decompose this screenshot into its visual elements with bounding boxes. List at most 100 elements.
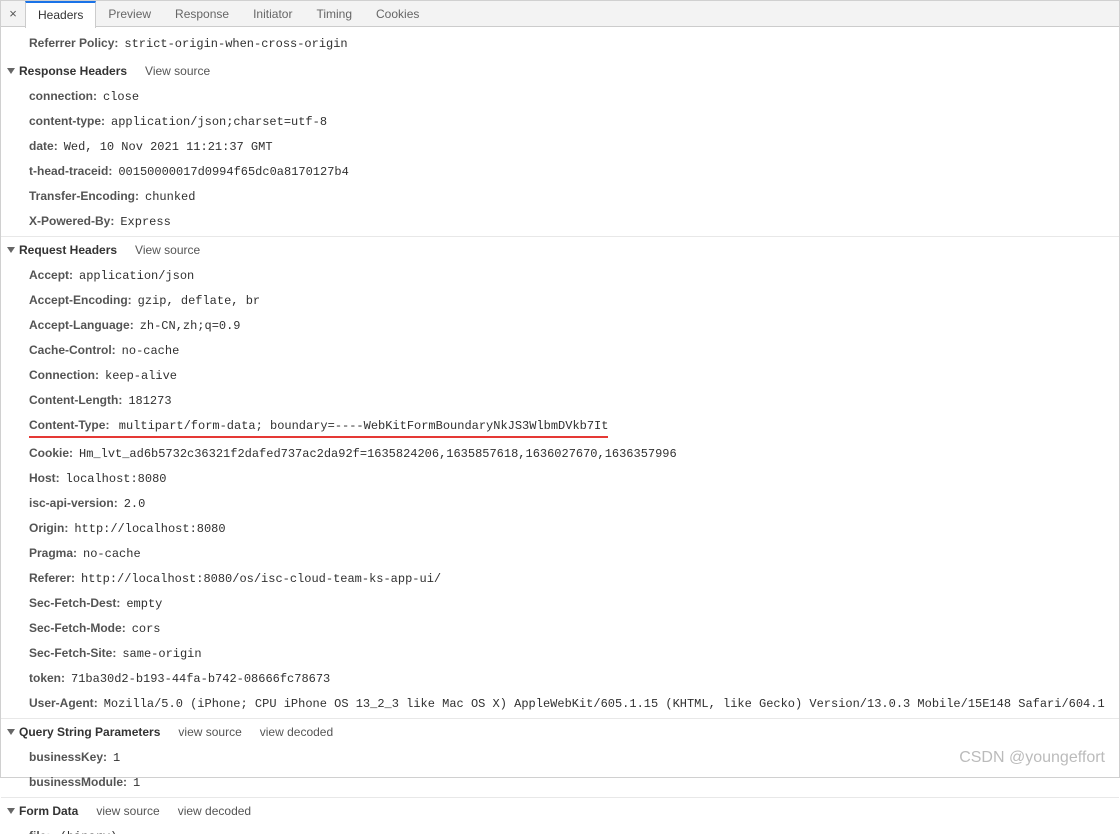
response-headers-view-source-link[interactable]: View source (145, 64, 210, 78)
referrer-policy-value: strict-origin-when-cross-origin (124, 35, 347, 53)
header-value: 1 (113, 749, 120, 767)
request-headers-view-source-link[interactable]: View source (135, 243, 200, 257)
header-key: token (29, 669, 65, 687)
header-key: file (29, 829, 50, 834)
header-row: Referer http://localhost:8080/os/isc-clou… (1, 566, 1119, 591)
header-value: multipart/form-data; boundary=----WebKit… (119, 419, 609, 433)
header-key: Sec-Fetch-Site (29, 644, 116, 662)
header-row: Content-Type multipart/form-data; bounda… (1, 413, 1119, 441)
header-value: 00150000017d0994f65dc0a8170127b4 (118, 163, 348, 181)
tab-timing[interactable]: Timing (304, 1, 364, 27)
header-value: cors (132, 620, 161, 638)
query-string-view-source-link[interactable]: view source (178, 725, 241, 739)
query-string-section-header[interactable]: Query String Parameters view source view d… (1, 718, 1119, 745)
header-value: 1 (133, 774, 140, 792)
header-value: http://localhost:8080 (74, 520, 225, 538)
header-key: Cookie (29, 444, 73, 462)
header-key: connection (29, 87, 97, 105)
header-row: Sec-Fetch-Sitesame-origin (1, 641, 1119, 666)
header-key: Pragma (29, 544, 77, 562)
header-row: Accept-Encoding gzip, deflate, br (1, 288, 1119, 313)
header-key: Transfer-Encoding (29, 187, 139, 205)
header-key: Accept-Language (29, 316, 134, 334)
header-row: file (binary) (1, 824, 1119, 834)
highlighted-header: Content-Type multipart/form-data; bounda… (29, 416, 608, 438)
header-value: Express (120, 213, 170, 231)
header-row: Accept application/json (1, 263, 1119, 288)
header-key: Connection (29, 366, 99, 384)
close-icon[interactable]: × (5, 6, 21, 22)
request-headers-section-header[interactable]: Request Headers View source (1, 236, 1119, 263)
header-value: application/json (79, 267, 194, 285)
header-row: Connection keep-alive (1, 363, 1119, 388)
header-row: t-head-traceid 00150000017d0994f65dc0a817… (1, 159, 1119, 184)
header-key: Sec-Fetch-Dest (29, 594, 120, 612)
header-value: Wed, 10 Nov 2021 11:21:37 GMT (64, 138, 273, 156)
header-value: keep-alive (105, 367, 177, 385)
header-key: businessModule (29, 773, 127, 791)
header-row: Origin http://localhost:8080 (1, 516, 1119, 541)
header-key: User-Agent (29, 694, 98, 712)
tab-cookies[interactable]: Cookies (364, 1, 431, 27)
tab-response[interactable]: Response (163, 1, 241, 27)
chevron-down-icon (7, 68, 15, 74)
header-key: Accept (29, 266, 73, 284)
header-key: Content-Length (29, 391, 122, 409)
header-value: Hm_lvt_ad6b5732c36321f2dafed737ac2da92f=… (79, 445, 677, 463)
tab-headers[interactable]: Headers (25, 1, 96, 28)
header-row: Sec-Fetch-Mode cors (1, 616, 1119, 641)
header-key: Cache-Control (29, 341, 116, 359)
header-row: date Wed, 10 Nov 2021 11:21:37 GMT (1, 134, 1119, 159)
referrer-policy-row: Referrer Policy strict-origin-when-cross… (1, 31, 1119, 56)
query-string-section-title: Query String Parameters (19, 725, 160, 739)
response-headers-section-title: Response Headers (19, 64, 127, 78)
header-value: close (103, 88, 139, 106)
header-row: Content-Length 181273 (1, 388, 1119, 413)
header-key: Referer (29, 569, 75, 587)
devtools-tabbar: × HeadersPreviewResponseInitiatorTimingC… (1, 1, 1119, 27)
header-key: Sec-Fetch-Mode (29, 619, 126, 637)
tab-initiator[interactable]: Initiator (241, 1, 304, 27)
header-row: content-typeapplication/json;charset=utf… (1, 109, 1119, 134)
form-data-view-source-link[interactable]: view source (96, 804, 159, 818)
response-headers-section-header[interactable]: Response Headers View source (1, 58, 1119, 84)
query-string-view-decoded-link[interactable]: view decoded (260, 725, 333, 739)
header-key: Accept-Encoding (29, 291, 132, 309)
header-value: http://localhost:8080/os/isc-cloud-team-… (81, 570, 441, 588)
form-data-section-header[interactable]: Form Dataview sourceview decoded (1, 797, 1119, 824)
header-key: businessKey (29, 748, 107, 766)
headers-panel: Referrer Policy strict-origin-when-cross… (1, 27, 1119, 834)
header-row: Pragma no-cache (1, 541, 1119, 566)
header-row: connection close (1, 84, 1119, 109)
header-value: empty (126, 595, 162, 613)
header-row: businessKey 1 (1, 745, 1119, 770)
header-key: t-head-traceid (29, 162, 112, 180)
header-row: Host localhost:8080 (1, 466, 1119, 491)
header-row: Accept-Languagezh-CN,zh;q=0.9 (1, 313, 1119, 338)
header-row: Cookie Hm_lvt_ad6b5732c36321f2dafed737ac2… (1, 441, 1119, 466)
referrer-policy-label: Referrer Policy (29, 34, 118, 52)
header-value: 71ba30d2-b193-44fa-b742-08666fc78673 (71, 670, 330, 688)
header-value: Mozilla/5.0 (iPhone; CPU iPhone OS 13_2_… (104, 695, 1105, 713)
header-value: no-cache (83, 545, 141, 563)
header-value: gzip, deflate, br (138, 292, 260, 310)
header-row: Transfer-Encoding chunked (1, 184, 1119, 209)
header-value: no-cache (122, 342, 180, 360)
header-row: User-Agent Mozilla/5.0 (iPhone; CPU iPhon… (1, 691, 1119, 716)
tab-preview[interactable]: Preview (96, 1, 163, 27)
header-key: Host (29, 469, 60, 487)
header-row: isc-api-version2.0 (1, 491, 1119, 516)
chevron-down-icon (7, 247, 15, 253)
header-value: chunked (145, 188, 195, 206)
header-value: 181273 (128, 392, 171, 410)
request-headers-section-title: Request Headers (19, 243, 117, 257)
header-key: date (29, 137, 58, 155)
header-key: Origin (29, 519, 68, 537)
chevron-down-icon (7, 808, 15, 814)
header-key: Content-Type (29, 418, 109, 432)
highlighted-header: file (binary) (29, 827, 117, 834)
header-key: content-type (29, 112, 105, 130)
header-value: localhost:8080 (66, 470, 167, 488)
form-data-view-decoded-link[interactable]: view decoded (178, 804, 251, 818)
header-key: X-Powered-By (29, 212, 114, 230)
